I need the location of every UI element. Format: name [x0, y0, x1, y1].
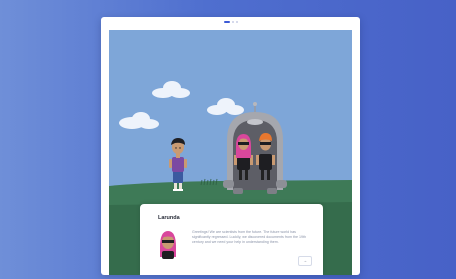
progress-dots	[101, 21, 360, 23]
progress-dot-2[interactable]	[231, 21, 234, 23]
arrow-right-icon: →	[303, 258, 307, 263]
story-card: Larunda Greetings! We are scientists fro…	[101, 17, 360, 275]
next-button[interactable]: →	[298, 256, 312, 266]
speaker-name: Larunda	[158, 215, 180, 221]
dialog-box: Larunda Greetings! We are scientists fro…	[140, 204, 323, 275]
progress-dot-3[interactable]	[235, 21, 238, 23]
speaker-portrait	[160, 231, 176, 259]
progress-dot-1[interactable]	[223, 21, 230, 23]
dialog-message: Greetings! We are scientists from the fu…	[192, 230, 306, 245]
